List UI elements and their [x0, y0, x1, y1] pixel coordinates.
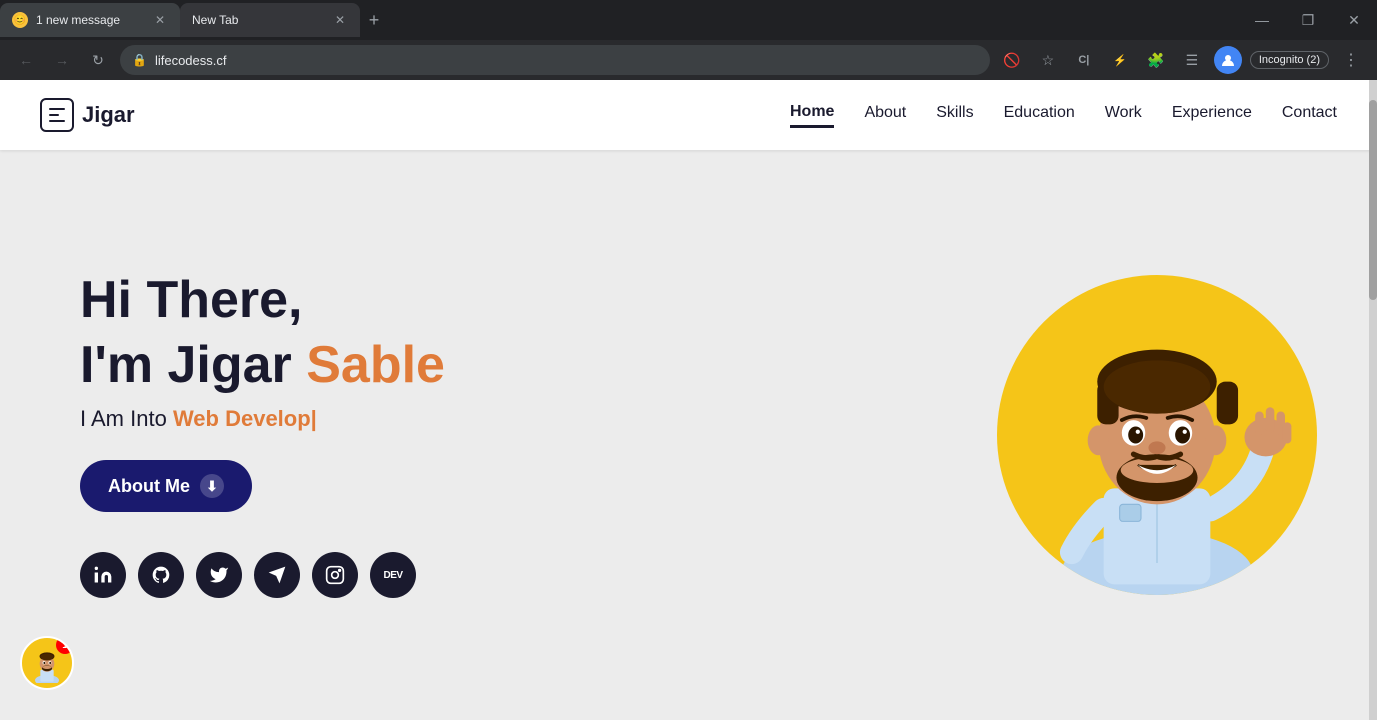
nav-contact[interactable]: Contact: [1282, 104, 1337, 126]
telegram-icon[interactable]: [254, 552, 300, 598]
reading-list-icon[interactable]: ☰: [1178, 46, 1206, 74]
hero-subtitle-prefix: I Am Into: [80, 406, 173, 431]
tab-1[interactable]: 😊 1 new message ✕: [0, 3, 180, 37]
browser-menu-button[interactable]: ⋮: [1337, 46, 1365, 74]
new-tab-button[interactable]: +: [360, 6, 388, 34]
tab-2-close[interactable]: ✕: [332, 12, 348, 28]
tab-1-favicon: 😊: [12, 12, 28, 28]
chat-avatar-circle: 1: [20, 636, 74, 690]
nav-links: Home About Skills Education Work Experie…: [790, 103, 1337, 128]
twitter-icon[interactable]: [196, 552, 242, 598]
lock-icon: 🔒: [132, 53, 147, 67]
avatar-circle: [997, 275, 1317, 595]
hero-subtitle-highlight: Web Develop|: [173, 406, 317, 431]
extensions-icon[interactable]: 🧩: [1142, 46, 1170, 74]
hero-image-area: [997, 275, 1377, 595]
nav-experience[interactable]: Experience: [1172, 104, 1252, 126]
hero-greeting: Hi There,: [80, 272, 997, 329]
bookmark-icon[interactable]: ☆: [1034, 46, 1062, 74]
tab-strip: 😊 1 new message ✕ New Tab ✕ +: [0, 3, 1239, 37]
browser-controls: ← → ↻ 🔒 lifecodess.cf 🚫 ☆ C| ⚡ 🧩 ☰ Incog…: [0, 40, 1377, 80]
scrollbar[interactable]: [1369, 80, 1377, 720]
back-button[interactable]: ←: [12, 46, 40, 74]
hero-name-prefix: I'm Jigar: [80, 336, 306, 394]
window-controls: — ❐ ✕: [1239, 0, 1377, 40]
c1-icon[interactable]: C|: [1070, 46, 1098, 74]
about-me-button[interactable]: About Me ⬇: [80, 460, 252, 512]
github-icon[interactable]: [138, 552, 184, 598]
top-bar: 😊 1 new message ✕ New Tab ✕ + — ❐ ✕: [0, 0, 1377, 40]
reload-button[interactable]: ↻: [84, 46, 112, 74]
hero-name: I'm Jigar Sable: [80, 337, 997, 394]
tab-2-title: New Tab: [192, 13, 324, 27]
logo-text: Jigar: [82, 102, 135, 128]
minimize-button[interactable]: —: [1239, 0, 1285, 40]
forward-button[interactable]: →: [48, 46, 76, 74]
chat-notification[interactable]: 1: [20, 636, 74, 690]
profile-button[interactable]: [1214, 46, 1242, 74]
instagram-icon[interactable]: [312, 552, 358, 598]
toolbar-icons: 🚫 ☆ C| ⚡ 🧩 ☰ Incognito (2) ⋮: [998, 46, 1365, 74]
linkedin-icon[interactable]: [80, 552, 126, 598]
hero-content: Hi There, I'm Jigar Sable I Am Into Web …: [0, 272, 997, 598]
tab-2[interactable]: New Tab ✕: [180, 3, 360, 37]
logo: Jigar: [40, 98, 135, 132]
nav-home[interactable]: Home: [790, 103, 834, 128]
nav-education[interactable]: Education: [1004, 104, 1075, 126]
maximize-button[interactable]: ❐: [1285, 0, 1331, 40]
notification-badge: 1: [56, 636, 74, 654]
tab-1-title: 1 new message: [36, 13, 144, 27]
incognito-badge[interactable]: Incognito (2): [1250, 51, 1329, 69]
logo-icon: [40, 98, 74, 132]
about-me-label: About Me: [108, 476, 190, 497]
hero-section: Hi There, I'm Jigar Sable I Am Into Web …: [0, 150, 1377, 720]
devto-icon[interactable]: DEV: [370, 552, 416, 598]
avatar-illustration: [997, 275, 1317, 595]
website-content: Jigar Home About Skills Education Work E…: [0, 80, 1377, 720]
nav-work[interactable]: Work: [1105, 104, 1142, 126]
url-text: lifecodess.cf: [155, 53, 978, 68]
about-me-arrow-icon: ⬇: [200, 474, 224, 498]
navbar: Jigar Home About Skills Education Work E…: [0, 80, 1377, 150]
vpn-icon[interactable]: 🚫: [998, 46, 1026, 74]
nav-skills[interactable]: Skills: [936, 104, 973, 126]
nav-about[interactable]: About: [864, 104, 906, 126]
hero-subtitle: I Am Into Web Develop|: [80, 406, 997, 432]
browser-window: 😊 1 new message ✕ New Tab ✕ + — ❐ ✕ ← → …: [0, 0, 1377, 720]
address-bar[interactable]: 🔒 lifecodess.cf: [120, 45, 990, 75]
hero-name-highlight: Sable: [306, 336, 445, 394]
scrollbar-thumb[interactable]: [1369, 100, 1377, 300]
social-icons: DEV: [80, 552, 997, 598]
close-button[interactable]: ✕: [1331, 0, 1377, 40]
c2-icon[interactable]: ⚡: [1106, 46, 1134, 74]
tab-1-close[interactable]: ✕: [152, 12, 168, 28]
